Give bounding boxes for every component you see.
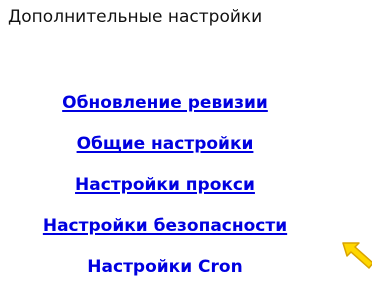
proxy-settings-link[interactable]: Настройки прокси [75,175,255,195]
menu-item-general-settings: Общие настройки [0,129,330,170]
page-title: Дополнительные настройки [8,7,263,27]
menu-item-cron-settings: Настройки Cron [0,252,330,293]
revision-update-link[interactable]: Обновление ревизии [62,93,268,113]
menu-item-security-settings: Настройки безопасности [0,211,330,252]
settings-menu: Обновление ревизии Общие настройки Настр… [0,88,372,293]
cron-settings-link[interactable]: Настройки Cron [87,257,242,277]
menu-item-revision-update: Обновление ревизии [0,88,330,129]
pointer-arrow-icon [342,242,372,269]
security-settings-link[interactable]: Настройки безопасности [43,216,287,236]
menu-item-proxy-settings: Настройки прокси [0,170,330,211]
general-settings-link[interactable]: Общие настройки [77,134,254,154]
